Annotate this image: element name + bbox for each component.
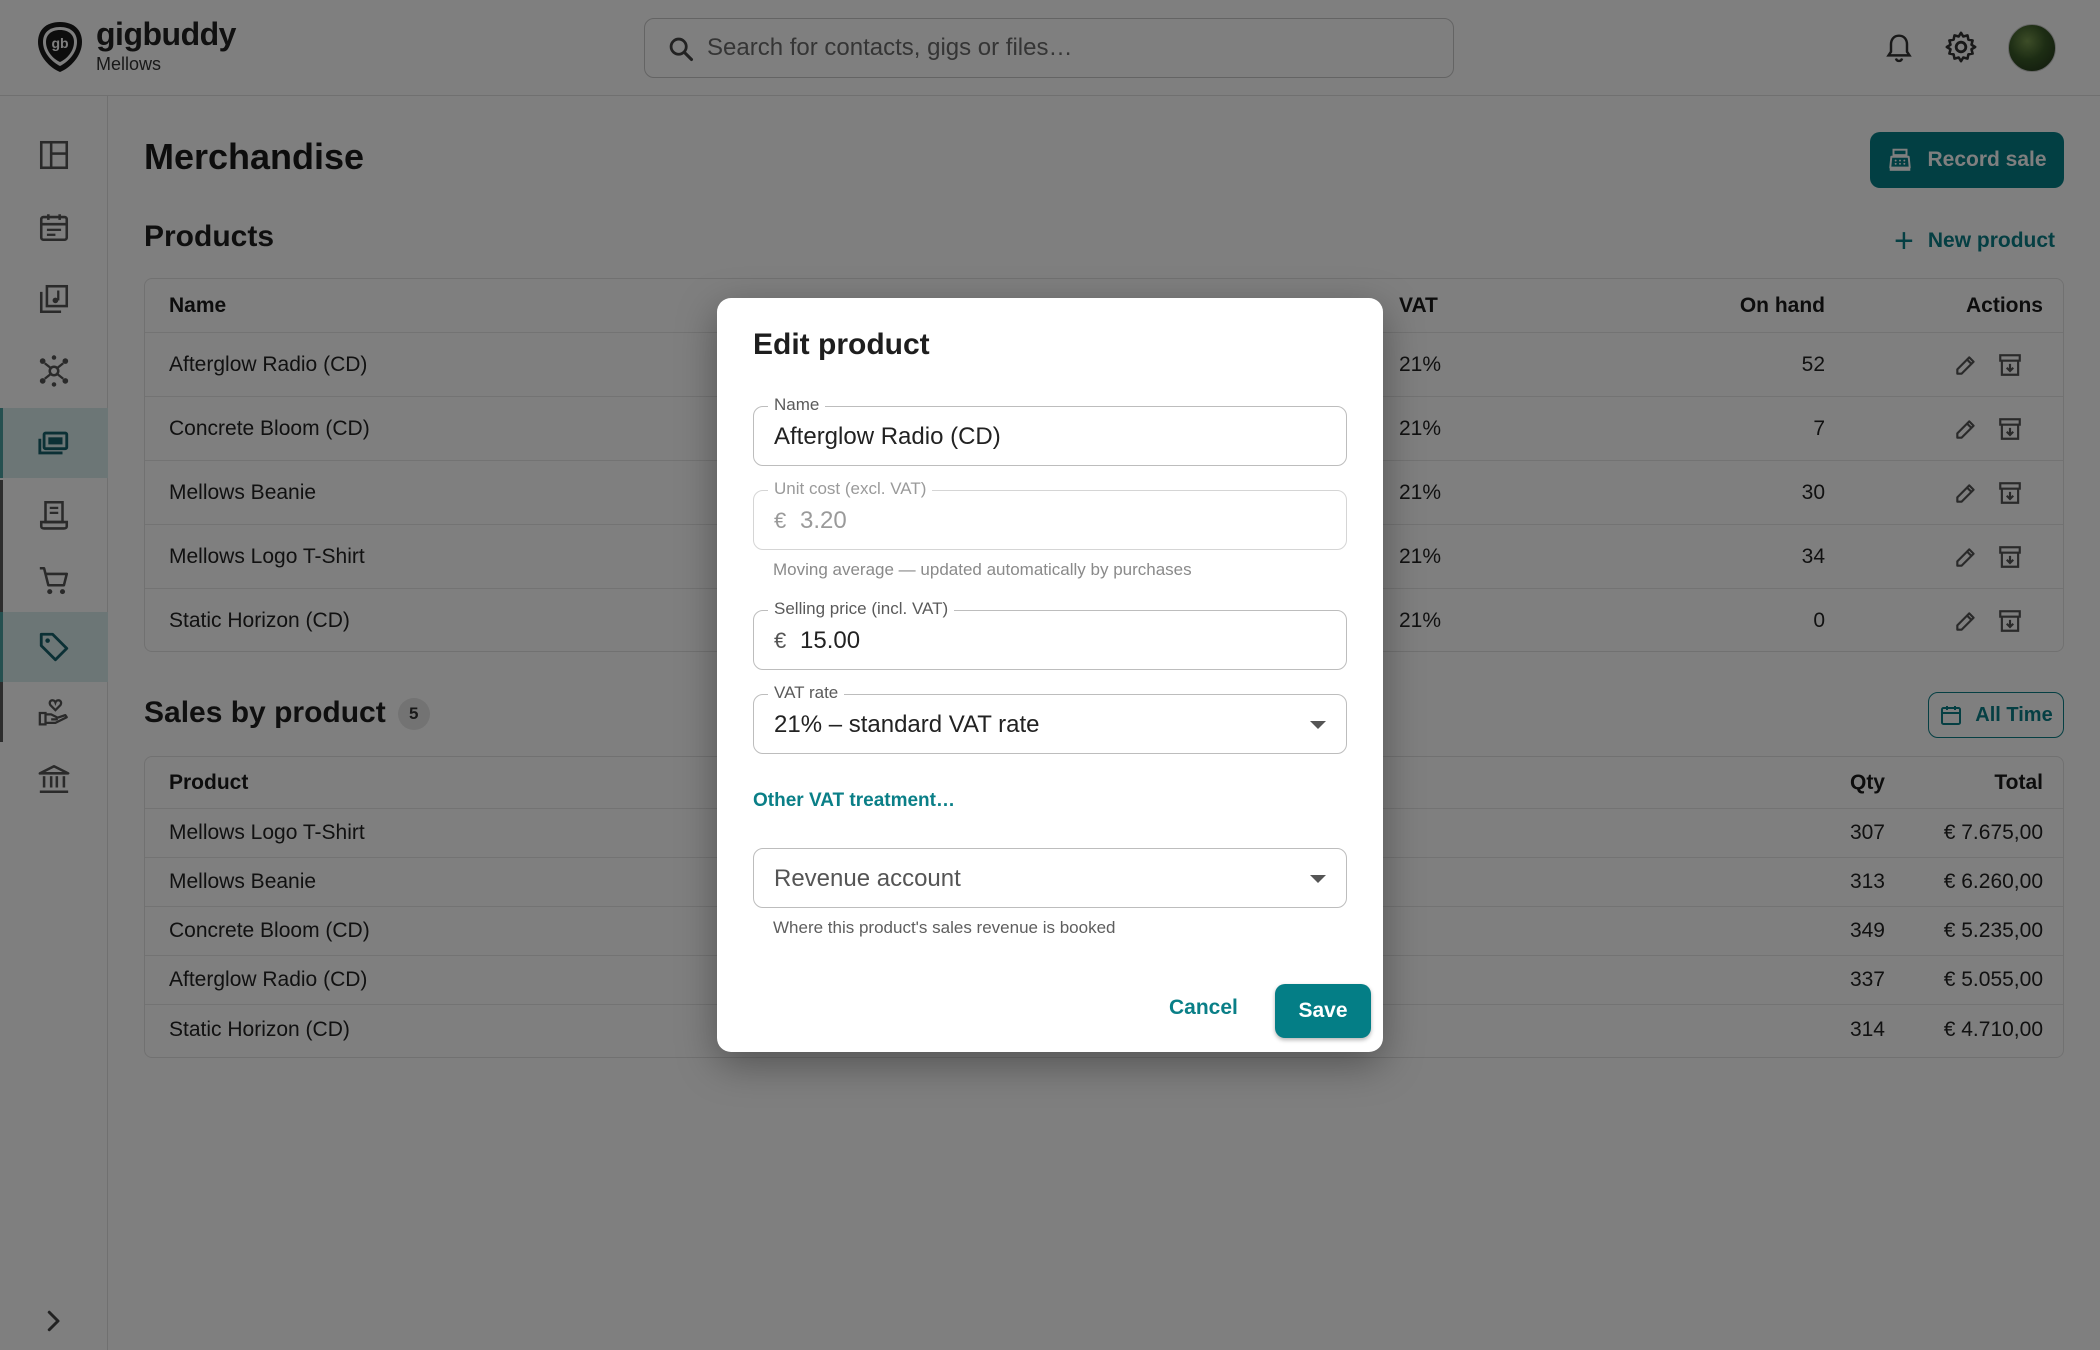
name-field[interactable]: Name Afterglow Radio (CD) [753, 395, 1347, 466]
cancel-button[interactable]: Cancel [1169, 996, 1238, 1020]
selling-price-label: Selling price (incl. VAT) [768, 599, 955, 619]
unit-cost-currency: € [774, 508, 787, 533]
chevron-down-icon [1310, 721, 1326, 729]
selling-price-value: 15.00 [800, 627, 861, 654]
unit-cost-field: Unit cost (excl. VAT) € 3.20 [753, 479, 1347, 550]
vat-rate-value: 21% – standard VAT rate [774, 711, 1040, 738]
unit-cost-helper: Moving average — updated automatically b… [773, 560, 1192, 579]
revenue-account-helper: Where this product's sales revenue is bo… [773, 918, 1116, 937]
name-value: Afterglow Radio (CD) [774, 423, 1001, 450]
other-vat-link[interactable]: Other VAT treatment… [753, 790, 955, 812]
chevron-down-icon [1310, 875, 1326, 883]
save-button[interactable]: Save [1275, 984, 1371, 1038]
selling-price-field[interactable]: Selling price (incl. VAT) € 15.00 [753, 599, 1347, 670]
unit-cost-value: 3.20 [800, 507, 847, 534]
name-label: Name [768, 395, 826, 415]
revenue-account-select[interactable]: Revenue account [753, 848, 1347, 908]
revenue-account-placeholder: Revenue account [774, 865, 961, 892]
dialog-title: Edit product [753, 328, 930, 361]
vat-rate-label: VAT rate [768, 683, 845, 703]
vat-rate-select[interactable]: VAT rate 21% – standard VAT rate [753, 683, 1347, 754]
unit-cost-label: Unit cost (excl. VAT) [768, 479, 933, 499]
edit-product-dialog: Edit product Name Afterglow Radio (CD) U… [717, 298, 1383, 1052]
selling-price-currency: € [774, 628, 787, 653]
